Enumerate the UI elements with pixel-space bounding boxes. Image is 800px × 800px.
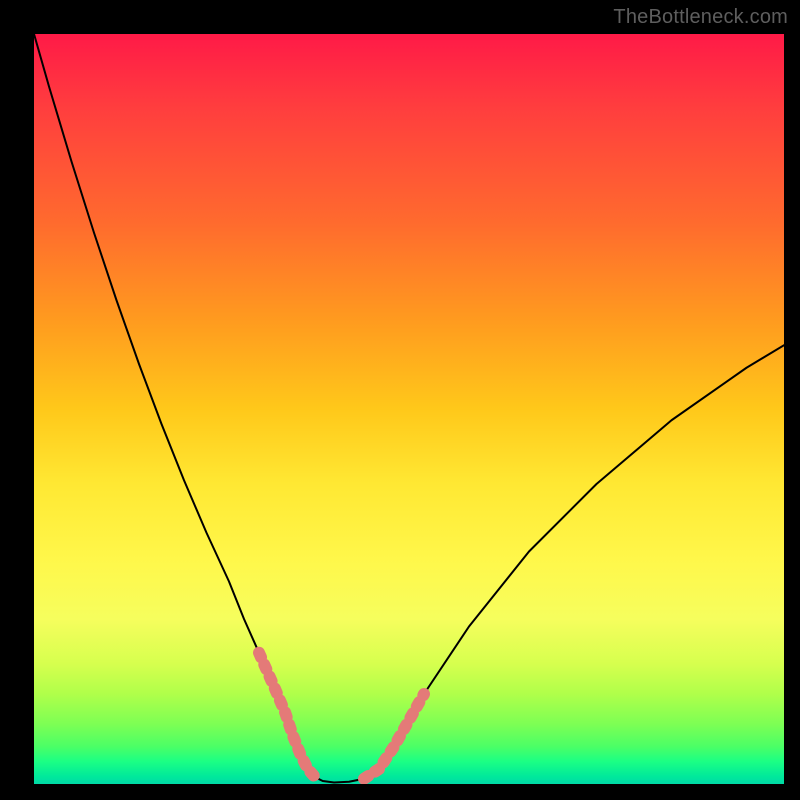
curve-path [34, 34, 784, 783]
highlight-group [259, 653, 424, 779]
highlight-segment [259, 653, 315, 778]
highlight-segment [364, 694, 424, 779]
curve-svg [34, 34, 784, 784]
chart-container: TheBottleneck.com [0, 0, 800, 800]
plot-area [34, 34, 784, 784]
watermark-text: TheBottleneck.com [613, 6, 788, 29]
